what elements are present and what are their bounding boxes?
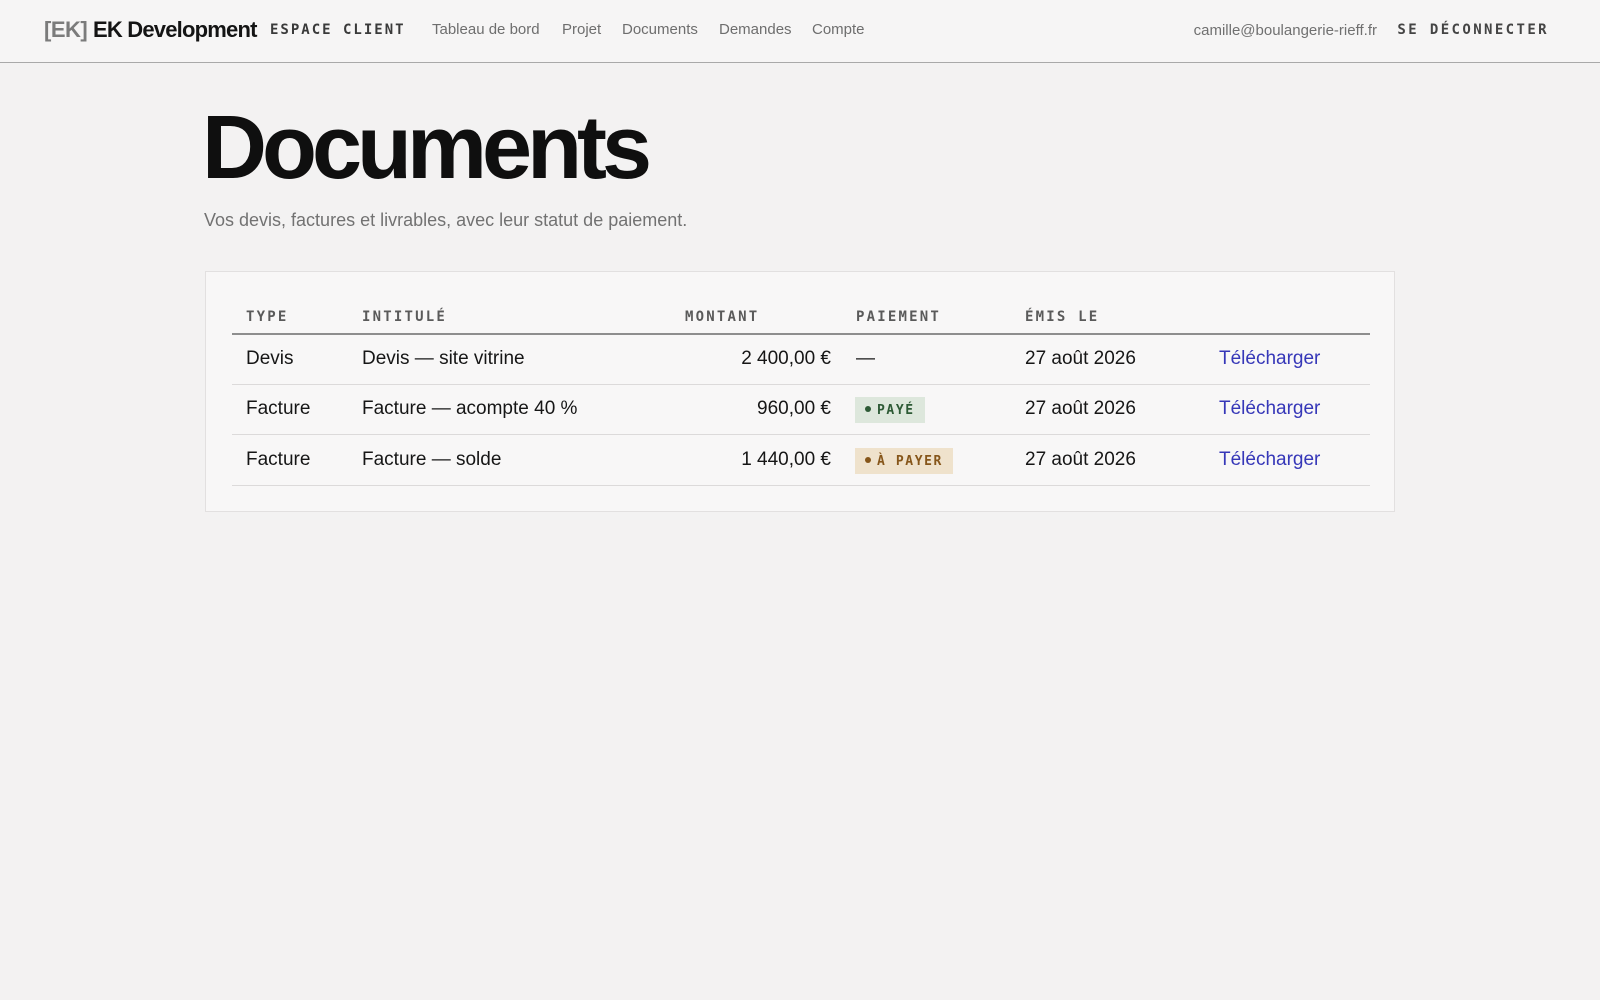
page-subtitle: Vos devis, factures et livrables, avec l…	[204, 210, 688, 230]
status-badge-label: PAYÉ	[877, 403, 915, 418]
status-badge-paid: PAYÉ	[855, 397, 925, 423]
nav-compte[interactable]: Compte	[812, 21, 865, 38]
document-type: Facture	[246, 449, 311, 470]
payment-status-empty: —	[856, 348, 875, 369]
issued-date: 27 août 2026	[1025, 449, 1136, 470]
user-email: camille@boulangerie-rieff.fr	[1193, 22, 1377, 39]
issued-date: 27 août 2026	[1025, 348, 1136, 369]
brand-name[interactable]: EK Development	[93, 17, 257, 43]
table-header-row: TYPE INTITULÉ MONTANT PAIEMENT ÉMIS LE	[232, 272, 1370, 335]
status-badge-label: À PAYER	[877, 454, 943, 469]
document-title: Facture — acompte 40 %	[362, 398, 578, 419]
download-link[interactable]: Télécharger	[1219, 398, 1320, 420]
download-link[interactable]: Télécharger	[1219, 348, 1320, 370]
nav-projet[interactable]: Projet	[562, 21, 601, 38]
document-title: Facture — solde	[362, 449, 502, 470]
nav-demandes[interactable]: Demandes	[719, 21, 792, 38]
documents-table-card: TYPE INTITULÉ MONTANT PAIEMENT ÉMIS LE D…	[205, 271, 1395, 512]
issued-date: 27 août 2026	[1025, 398, 1136, 419]
document-amount: 960,00 €	[757, 398, 831, 419]
table-row: Facture Facture — acompte 40 % 960,00 € …	[232, 385, 1370, 435]
brand-subtitle: ESPACE CLIENT	[270, 22, 406, 38]
logout-button[interactable]: SE DÉCONNECTER	[1397, 22, 1549, 38]
document-type: Facture	[246, 398, 311, 419]
dot-icon	[865, 457, 871, 463]
nav-tableau-de-bord[interactable]: Tableau de bord	[432, 21, 540, 38]
column-header-issued: ÉMIS LE	[1025, 309, 1100, 325]
status-badge-due: À PAYER	[855, 448, 953, 474]
table-row: Devis Devis — site vitrine 2 400,00 € — …	[232, 335, 1370, 385]
document-amount: 1 440,00 €	[741, 449, 831, 470]
dot-icon	[865, 406, 871, 412]
column-header-title: INTITULÉ	[362, 309, 448, 325]
page-title: Documents	[202, 98, 652, 198]
document-title: Devis — site vitrine	[362, 348, 525, 369]
document-type: Devis	[246, 348, 294, 369]
column-header-amount: MONTANT	[685, 309, 760, 325]
column-header-payment: PAIEMENT	[856, 309, 942, 325]
table-row: Facture Facture — solde 1 440,00 € À PAY…	[232, 436, 1370, 486]
download-link[interactable]: Télécharger	[1219, 449, 1320, 471]
brand-logo-mark[interactable]: [EK]	[44, 17, 88, 43]
top-navigation-bar: [EK] EK Development ESPACE CLIENT Tablea…	[0, 0, 1600, 63]
document-amount: 2 400,00 €	[741, 348, 831, 369]
column-header-type: TYPE	[246, 309, 289, 325]
nav-documents[interactable]: Documents	[622, 21, 698, 38]
